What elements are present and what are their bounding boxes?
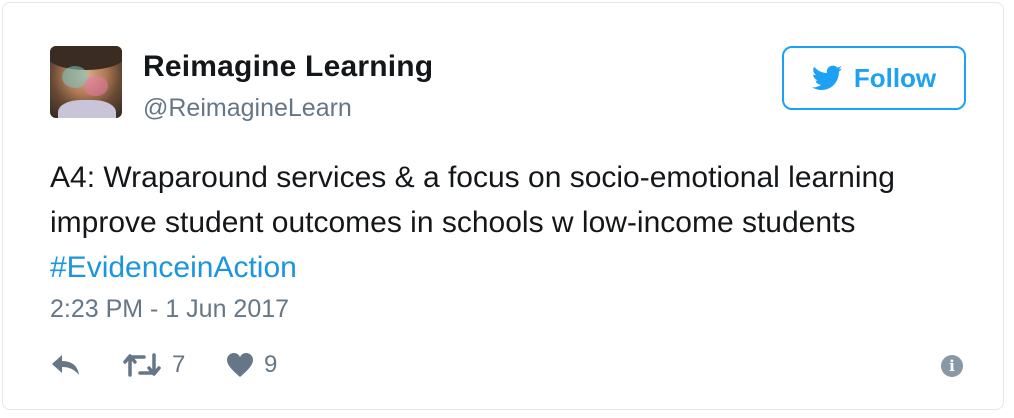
tweet-text: A4: Wraparound services & a focus on soc… (50, 155, 970, 290)
tweet-card: Reimagine Learning @ReimagineLearn Follo… (2, 2, 1004, 410)
twitter-bird-icon (811, 65, 842, 90)
author-handle[interactable]: @ReimagineLearn (143, 94, 352, 123)
follow-button[interactable]: Follow (782, 46, 966, 110)
author-name[interactable]: Reimagine Learning (143, 50, 433, 84)
heart-icon (227, 353, 253, 377)
like-count: 9 (264, 351, 278, 378)
avatar-hair (50, 46, 122, 70)
retweet-icon (123, 353, 161, 377)
avatar-shirt (58, 100, 116, 118)
tweet-text-line: A4: Wraparound services & a focus on soc… (50, 161, 895, 194)
reply-icon (52, 355, 79, 375)
retweet-button[interactable]: 7 (122, 351, 185, 379)
info-icon[interactable]: i (941, 355, 963, 377)
avatar-paint-splash (84, 76, 108, 96)
follow-button-label: Follow (853, 62, 937, 93)
hashtag-link[interactable]: #EvidenceinAction (50, 251, 297, 284)
retweet-count: 7 (172, 351, 186, 378)
tweet-text-line: improve student outcomes in schools w lo… (50, 206, 856, 239)
avatar[interactable] (50, 46, 122, 118)
like-button[interactable]: 9 (226, 351, 277, 379)
reply-button[interactable] (50, 351, 82, 379)
tweet-timestamp[interactable]: 2:23 PM - 1 Jun 2017 (50, 295, 289, 324)
